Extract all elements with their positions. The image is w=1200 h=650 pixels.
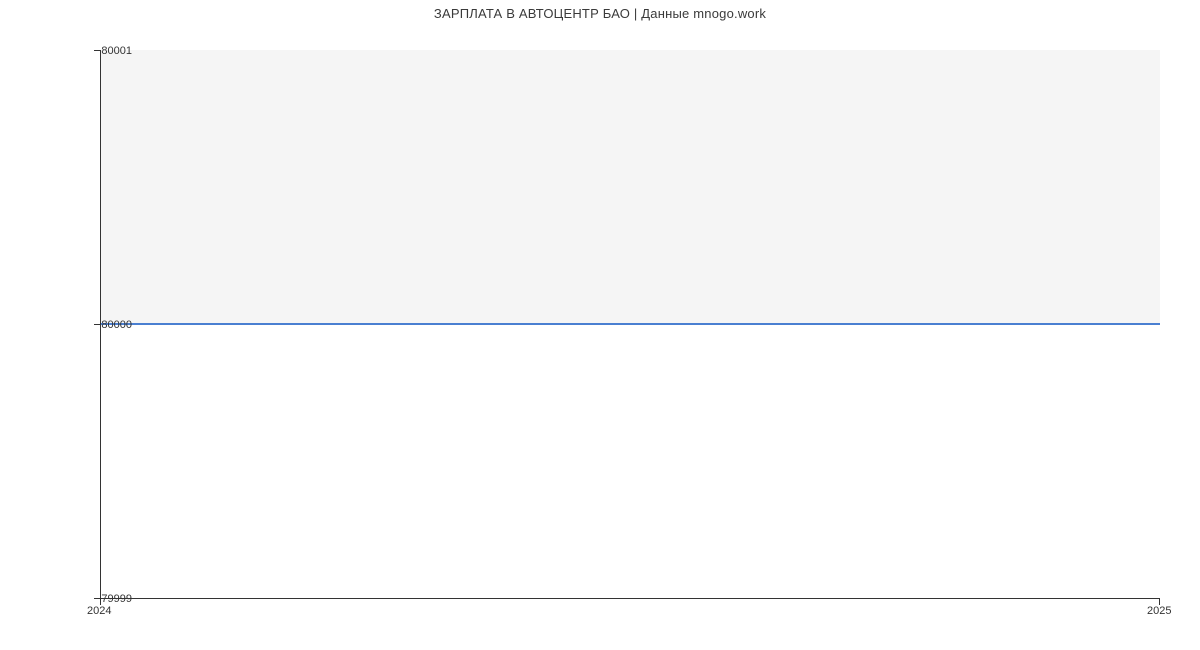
plot-background [100, 50, 1160, 324]
y-tick [94, 324, 100, 325]
plot-area [100, 50, 1160, 599]
x-axis [100, 598, 1160, 599]
y-tick-label: 80000 [101, 319, 132, 331]
y-tick-label: 80001 [101, 45, 132, 57]
y-tick-label: 79999 [101, 593, 132, 605]
series-salary-line [100, 323, 1160, 325]
x-tick-label: 2025 [1147, 605, 1171, 617]
chart-title: ЗАРПЛАТА В АВТОЦЕНТР БАО | Данные mnogo.… [0, 6, 1200, 21]
x-tick-label: 2024 [87, 605, 111, 617]
y-tick [94, 50, 100, 51]
